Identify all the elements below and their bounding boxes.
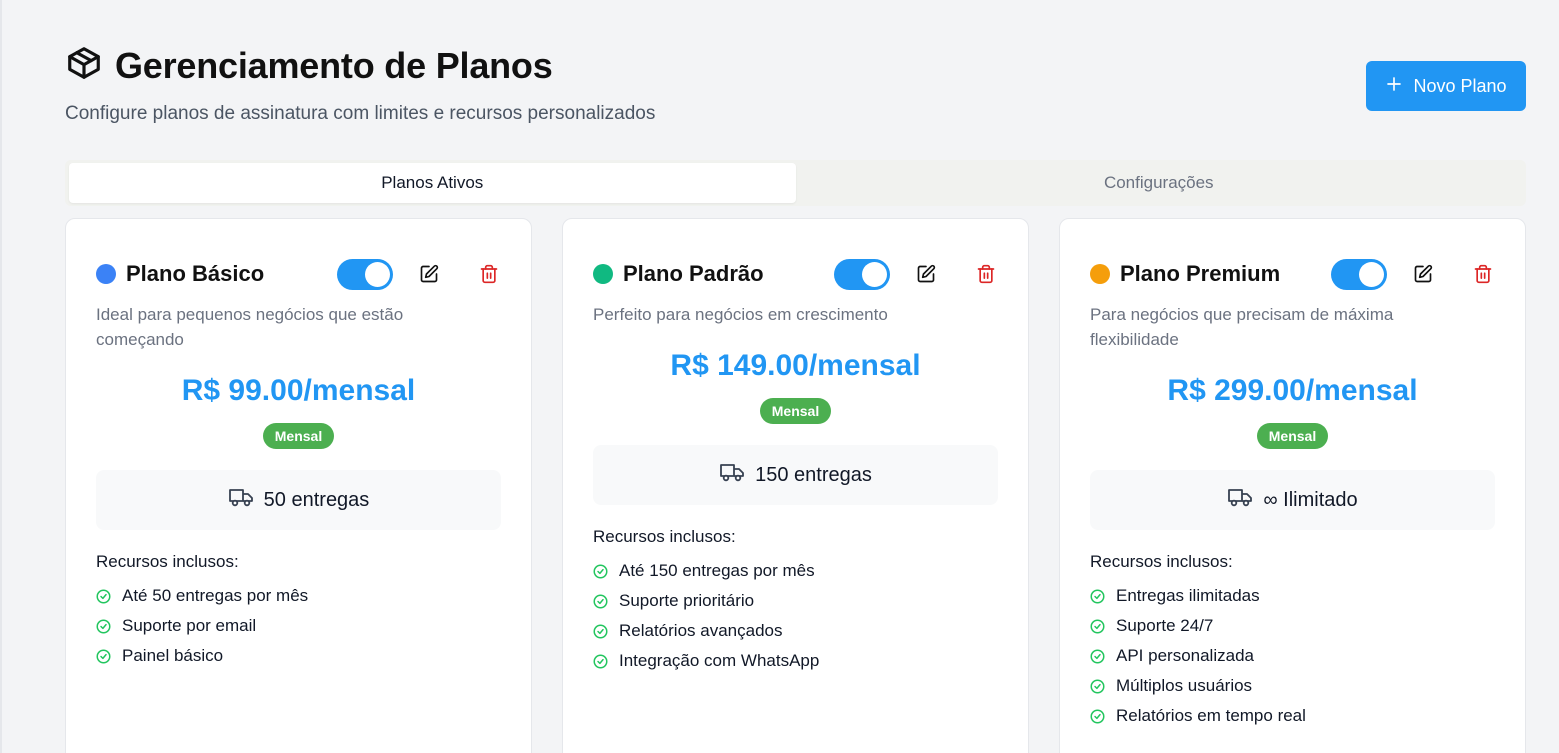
plan-price: R$ 299.00/mensal (1167, 374, 1418, 407)
feature-item: Suporte 24/7 (1090, 611, 1495, 641)
plan-active-toggle[interactable] (1331, 258, 1387, 290)
plan-description: Para negócios que precisam de máxima fle… (1090, 305, 1394, 349)
plan-card-premium: Plano Premium Para negócios que precisam… (1059, 218, 1526, 753)
truck-icon (228, 486, 254, 514)
check-circle-icon (593, 654, 608, 668)
delivery-limit-text: ∞ Ilimitado (1263, 488, 1358, 511)
tab-active-plans[interactable]: Planos Ativos (69, 163, 796, 203)
resources-title: Recursos inclusos: (96, 552, 239, 571)
truck-icon (719, 461, 745, 489)
billing-badge: Mensal (759, 398, 832, 424)
feature-list: Até 150 entregas por mês Suporte priorit… (593, 556, 998, 676)
plan-color-dot (593, 264, 613, 284)
feature-item: Relatórios avançados (593, 616, 998, 646)
feature-item: Até 50 entregas por mês (96, 581, 501, 611)
check-circle-icon (1090, 649, 1105, 663)
new-plan-label: Novo Plano (1413, 75, 1507, 96)
tab-settings[interactable]: Configurações (796, 163, 1523, 203)
check-circle-icon (1090, 709, 1105, 723)
check-circle-icon (96, 649, 111, 663)
feature-item: Painel básico (96, 641, 501, 671)
check-circle-icon (1090, 589, 1105, 603)
check-circle-icon (96, 589, 111, 603)
plan-price: R$ 149.00/mensal (670, 349, 921, 382)
plan-color-dot (96, 264, 116, 284)
delivery-limit: 150 entregas (593, 445, 998, 505)
check-circle-icon (593, 564, 608, 578)
plan-card-standard: Plano Padrão Perfeito para negócios em c… (562, 218, 1029, 753)
resources-title: Recursos inclusos: (1090, 552, 1233, 571)
tab-bar: Planos Ativos Configurações (65, 160, 1526, 206)
trash-icon[interactable] (477, 262, 501, 286)
delivery-limit: 50 entregas (96, 470, 501, 530)
plan-name: Plano Premium (1120, 261, 1281, 286)
feature-item: Até 150 entregas por mês (593, 556, 998, 586)
feature-item: Suporte prioritário (593, 586, 998, 616)
trash-icon[interactable] (1471, 262, 1495, 286)
edit-icon[interactable] (417, 262, 441, 286)
feature-item: Entregas ilimitadas (1090, 581, 1495, 611)
page-header: Gerenciamento de Planos Configure planos… (65, 44, 655, 125)
trash-icon[interactable] (974, 262, 998, 286)
billing-badge: Mensal (1256, 423, 1329, 449)
check-circle-icon (1090, 619, 1105, 633)
plan-card-basic: Plano Básico Ideal para pequenos negócio… (65, 218, 532, 753)
page-title: Gerenciamento de Planos (115, 44, 553, 86)
delivery-limit-text: 150 entregas (755, 463, 872, 486)
feature-item: Integração com WhatsApp (593, 646, 998, 676)
check-circle-icon (593, 594, 608, 608)
plan-active-toggle[interactable] (834, 258, 890, 290)
resources-title: Recursos inclusos: (593, 527, 736, 546)
edit-icon[interactable] (1411, 262, 1435, 286)
plan-description: Perfeito para negócios em crescimento (593, 305, 888, 324)
page-subtitle: Configure planos de assinatura com limit… (65, 103, 656, 124)
check-circle-icon (1090, 679, 1105, 693)
check-circle-icon (593, 624, 608, 638)
check-circle-icon (96, 619, 111, 633)
delivery-limit: ∞ Ilimitado (1090, 470, 1495, 530)
feature-item: Múltiplos usuários (1090, 671, 1495, 701)
feature-list: Entregas ilimitadas Suporte 24/7 API per… (1090, 581, 1495, 731)
package-icon (65, 44, 103, 87)
new-plan-button[interactable]: Novo Plano (1366, 61, 1526, 111)
plan-color-dot (1090, 264, 1110, 284)
edit-icon[interactable] (914, 262, 938, 286)
feature-item: Suporte por email (96, 611, 501, 641)
truck-icon (1227, 486, 1253, 514)
plan-description: Ideal para pequenos negócios que estão c… (96, 305, 404, 349)
feature-list: Até 50 entregas por mês Suporte por emai… (96, 581, 501, 671)
plan-name: Plano Padrão (623, 261, 764, 286)
plan-name: Plano Básico (126, 261, 265, 286)
plan-active-toggle[interactable] (337, 258, 393, 290)
feature-item: API personalizada (1090, 641, 1495, 671)
delivery-limit-text: 50 entregas (263, 488, 370, 511)
plus-icon (1385, 75, 1403, 98)
feature-item: Relatórios em tempo real (1090, 701, 1495, 731)
plan-price: R$ 99.00/mensal (181, 374, 416, 407)
billing-badge: Mensal (262, 423, 335, 449)
